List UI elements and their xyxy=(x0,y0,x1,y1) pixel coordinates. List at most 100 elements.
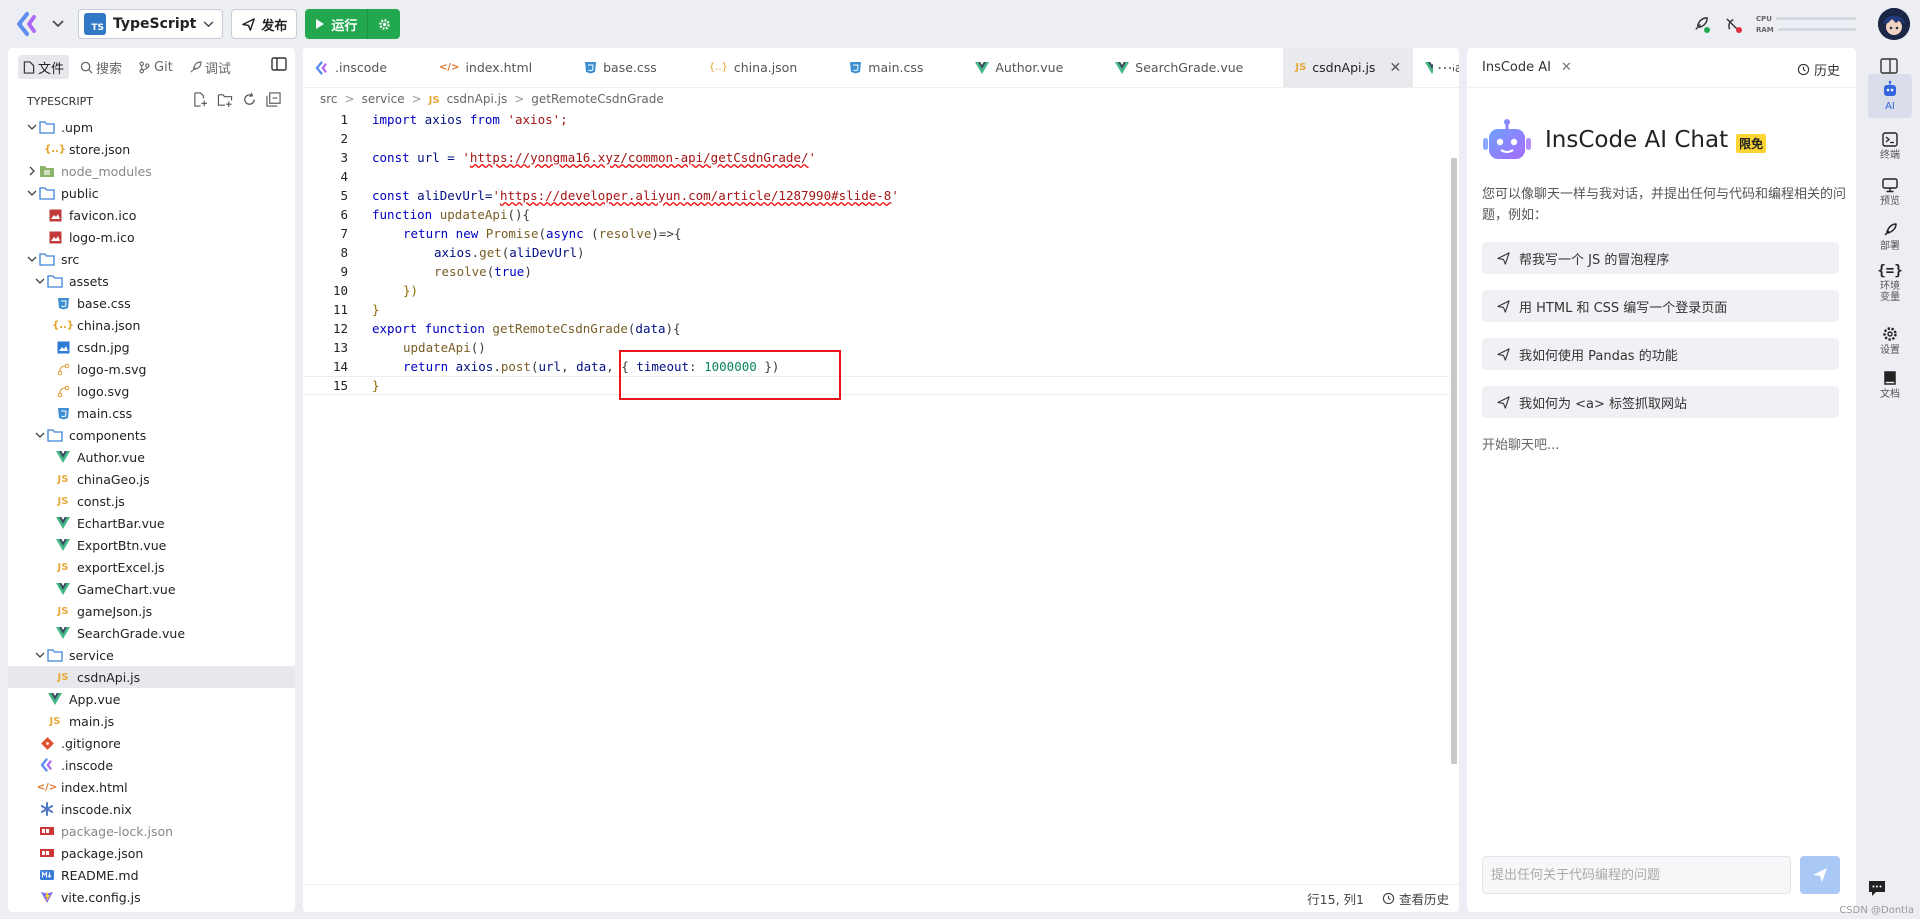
ai-chat-panel: InsCode AI ✕ 历史 InsCode AI Chat 限免 您可以像聊… xyxy=(1467,48,1856,912)
tab-search[interactable]: 搜索 xyxy=(75,55,127,79)
breadcrumb-item[interactable]: src xyxy=(320,92,338,106)
ai-suggestion-item[interactable]: 我如何为 <a> 标签抓取网站 xyxy=(1482,386,1839,418)
ai-suggestion-item[interactable]: 帮我写一个 JS 的冒泡程序 xyxy=(1482,242,1839,274)
rail-item-book[interactable]: 文档 xyxy=(1868,370,1912,400)
tree-folder[interactable]: service xyxy=(8,644,295,666)
tab-files[interactable]: 文件 xyxy=(18,55,70,79)
tree-file[interactable]: logo-m.ico xyxy=(8,226,295,248)
code-area[interactable]: 1 import axios from 'axios'; 2 3 const u… xyxy=(303,110,1449,395)
tree-folder[interactable]: components xyxy=(8,424,295,446)
sidebar-toggle-icon[interactable] xyxy=(271,57,287,71)
view-history-button[interactable]: 查看历史 xyxy=(1382,889,1449,908)
tree-item-label: GameChart.vue xyxy=(77,581,176,597)
ai-tab-label[interactable]: InsCode AI xyxy=(1482,60,1551,75)
inscode-logo-icon[interactable] xyxy=(14,10,42,38)
tree-file[interactable]: JS csdnApi.js xyxy=(8,666,295,688)
tree-item-label: exportExcel.js xyxy=(77,559,165,575)
chat-bubble-icon[interactable] xyxy=(1868,880,1886,897)
rail-item-robot[interactable]: AI xyxy=(1868,74,1912,118)
tree-file[interactable]: package-lock.json xyxy=(8,820,295,842)
ai-suggestion-item[interactable]: 用 HTML 和 CSS 编写一个登录页面 xyxy=(1482,290,1839,322)
tree-file[interactable]: Author.vue xyxy=(8,446,295,468)
tree-file[interactable]: App.vue xyxy=(8,688,295,710)
ai-suggestion-item[interactable]: 我如何使用 Pandas 的功能 xyxy=(1482,338,1839,370)
tree-file[interactable]: {..} store.json xyxy=(8,138,295,160)
tree-file[interactable]: SearchGrade.vue xyxy=(8,622,295,644)
tree-file[interactable]: csdn.jpg xyxy=(8,336,295,358)
tree-file[interactable]: logo.svg xyxy=(8,380,295,402)
language-selector[interactable]: TS TypeScript xyxy=(78,9,224,39)
editor-tab[interactable]: {..} china.json xyxy=(697,48,837,87)
more-tabs-icon[interactable]: ⋯ xyxy=(1433,58,1453,77)
collapse-all-icon[interactable] xyxy=(266,92,281,107)
tree-file[interactable]: {..} china.json xyxy=(8,314,295,336)
tree-file[interactable]: JS gameJson.js xyxy=(8,600,295,622)
tree-item-label: base.css xyxy=(77,295,131,311)
tree-file[interactable]: README.md xyxy=(8,864,295,886)
send-icon xyxy=(242,17,256,31)
tree-folder[interactable]: node_modules xyxy=(8,160,295,182)
ai-chat-input[interactable] xyxy=(1491,867,1790,883)
breadcrumb-item[interactable]: csdnApi.js xyxy=(447,92,508,106)
rail-item-monitor[interactable]: 预览 xyxy=(1868,178,1912,207)
tree-file[interactable]: logo-m.svg xyxy=(8,358,295,380)
tree-file[interactable]: .gitignore xyxy=(8,732,295,754)
tree-file[interactable]: base.css xyxy=(8,292,295,314)
tree-file[interactable]: JS const.js xyxy=(8,490,295,512)
tree-file[interactable]: inscode.nix xyxy=(8,798,295,820)
html-file-icon: </> xyxy=(36,781,58,793)
tree-file[interactable]: package.json xyxy=(8,842,295,864)
ai-send-button[interactable] xyxy=(1800,856,1840,894)
editor-tab[interactable]: SearchGrade.vue xyxy=(1103,48,1283,87)
refresh-icon[interactable] xyxy=(242,92,257,107)
chevron-down-icon[interactable] xyxy=(50,10,66,38)
run-button[interactable]: 运行 xyxy=(305,9,369,39)
tree-item-label: csdnApi.js xyxy=(77,669,141,685)
rail-item-settings[interactable]: 设置 xyxy=(1868,326,1912,356)
tree-file[interactable]: GameChart.vue xyxy=(8,578,295,600)
cursor-position[interactable]: 行15, 列1 xyxy=(1307,889,1364,908)
rail-item-label: 终端 xyxy=(1880,150,1900,161)
tree-folder[interactable]: assets xyxy=(8,270,295,292)
publish-button[interactable]: 发布 xyxy=(231,9,298,39)
tree-file[interactable]: ExportBtn.vue xyxy=(8,534,295,556)
avatar[interactable] xyxy=(1878,8,1910,40)
tree-file[interactable]: JS main.js xyxy=(8,710,295,732)
new-file-icon[interactable] xyxy=(193,92,208,107)
editor-tab[interactable]: base.css xyxy=(572,48,697,87)
tree-file[interactable]: JS chinaGeo.js xyxy=(8,468,295,490)
tab-debug[interactable]: 调试 xyxy=(184,55,236,79)
rail-item-braces[interactable]: {=} 环境 变量 xyxy=(1868,264,1912,303)
tree-folder[interactable]: src xyxy=(8,248,295,270)
tree-folder[interactable]: public xyxy=(8,182,295,204)
tree-file[interactable]: </> index.html xyxy=(8,776,295,798)
ai-history-button[interactable]: 历史 xyxy=(1797,60,1840,79)
rail-item-rocket[interactable]: 部署 xyxy=(1868,222,1912,252)
tree-file[interactable]: JS exportExcel.js xyxy=(8,556,295,578)
typescript-icon: TS xyxy=(84,13,106,35)
new-folder-icon[interactable] xyxy=(217,92,233,107)
editor-scrollbar[interactable] xyxy=(1451,158,1457,764)
close-icon[interactable]: ✕ xyxy=(1389,60,1401,76)
close-icon[interactable]: ✕ xyxy=(1561,60,1572,75)
debug-status-button[interactable] xyxy=(1716,8,1748,40)
editor-tab[interactable]: </> index.html xyxy=(427,48,572,87)
editor-tab[interactable]: .inscode xyxy=(303,48,427,87)
tree-file[interactable]: vite.config.js xyxy=(8,886,295,908)
editor-tab[interactable]: main.css xyxy=(837,48,963,87)
tree-file[interactable]: EchartBar.vue xyxy=(8,512,295,534)
css-file-icon xyxy=(584,61,597,74)
run-settings-button[interactable] xyxy=(368,9,401,39)
editor-tab[interactable]: Author.vue xyxy=(963,48,1103,87)
tree-file[interactable]: favicon.ico xyxy=(8,204,295,226)
tree-folder[interactable]: .upm xyxy=(8,116,295,138)
breadcrumb-item[interactable]: getRemoteCsdnGrade xyxy=(531,92,663,106)
editor-tab[interactable]: JS csdnApi.js ✕ xyxy=(1283,48,1414,87)
tree-file[interactable]: main.css xyxy=(8,402,295,424)
rail-item-terminal[interactable]: 终端 xyxy=(1868,132,1912,161)
tab-git[interactable]: Git xyxy=(133,55,178,79)
tree-file[interactable]: .inscode xyxy=(8,754,295,776)
deploy-status-button[interactable] xyxy=(1684,8,1716,40)
panel-layout-icon[interactable] xyxy=(1880,58,1898,74)
breadcrumb-item[interactable]: service xyxy=(362,92,405,106)
